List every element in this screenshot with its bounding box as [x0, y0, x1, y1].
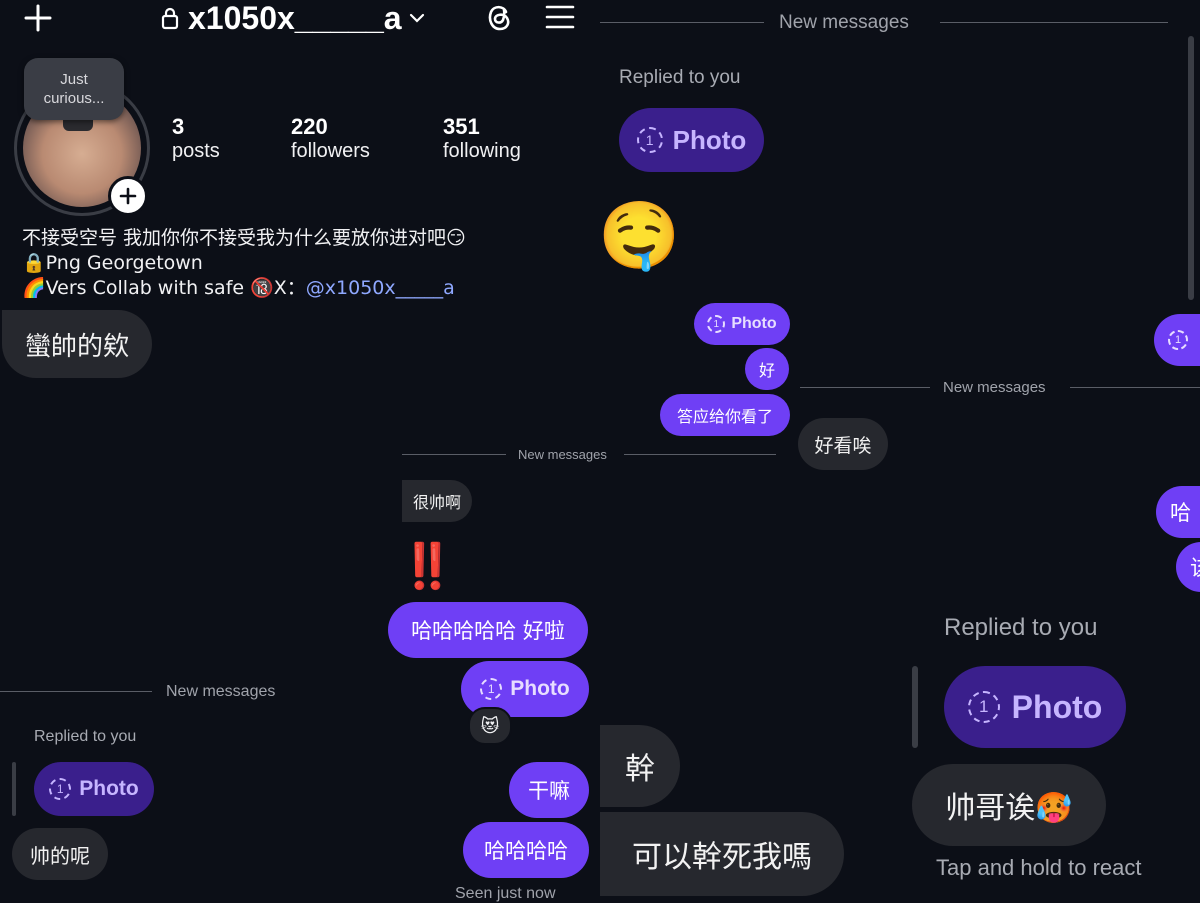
photo-sent[interactable]: 1 Photo [694, 303, 790, 345]
bio-text: 🌈Vers Collab with safe 🔞X： [22, 277, 306, 299]
message-text: 幹 [625, 752, 655, 787]
message-sent[interactable]: 哈 [1156, 486, 1200, 538]
photo-label: Photo [672, 124, 747, 155]
divider [940, 22, 1168, 23]
bio-line: 不接受空号 我加你你不接受我为什么要放你进对吧😏 [22, 227, 466, 249]
replied-label: Replied to you [619, 67, 741, 88]
message-text: 帅的呢 [30, 843, 90, 868]
stat-followers[interactable]: 220 followers [291, 114, 370, 163]
photo-count-icon: 1 [967, 691, 1000, 723]
threads-button[interactable] [482, 0, 516, 34]
message-text: 该 [1190, 552, 1200, 582]
photo-sent[interactable]: 1 [1154, 314, 1200, 366]
divider [624, 454, 776, 455]
message-text: 答应给你看了 [676, 407, 773, 426]
divider [0, 691, 152, 692]
message-text: 好看唉 [814, 434, 872, 457]
message-received[interactable]: 可以幹死我嗎 [600, 812, 844, 896]
emoji-message[interactable]: 🤤 [598, 196, 680, 276]
account-switcher[interactable]: x1050x_____a [160, 0, 426, 36]
photo-label: Photo [1011, 688, 1103, 725]
photo-label: Photo [731, 315, 777, 332]
stat-label: followers [291, 140, 370, 162]
stat-posts[interactable]: 3 posts [172, 114, 220, 163]
message-text: 很帅啊 [412, 493, 461, 512]
message-sent[interactable]: 哈哈哈哈 [463, 822, 589, 878]
reply-bar [912, 666, 918, 748]
message-received[interactable]: 很帅啊 [402, 480, 472, 522]
message-received[interactable]: 帅哥诶🥵 [912, 764, 1106, 846]
divider [402, 454, 506, 455]
reply-bar [12, 762, 16, 816]
add-story-button[interactable] [108, 176, 148, 216]
replied-label: Replied to you [34, 728, 137, 745]
reaction-badge[interactable]: 😻 [468, 707, 512, 745]
divider [1070, 387, 1200, 388]
note-text: Just curious... [43, 71, 105, 107]
chevron-down-icon [409, 13, 424, 23]
stat-label: following [443, 140, 521, 162]
reaction-emoji: 😻 [480, 715, 500, 736]
menu-button[interactable] [544, 2, 576, 32]
message-sent[interactable]: 答应给你看了 [660, 394, 790, 436]
message-received[interactable]: 好看唉 [798, 418, 888, 470]
message-received[interactable]: 帅的呢 [12, 828, 108, 880]
lock-icon [161, 7, 179, 30]
photo-count-icon: 1 [1168, 330, 1188, 350]
photo-count-icon: 1 [636, 127, 663, 153]
new-post-button[interactable] [22, 2, 54, 34]
message-sent[interactable]: 干嘛 [509, 762, 589, 818]
photo-count-icon: 1 [49, 778, 72, 800]
stat-value: 351 [443, 114, 480, 139]
new-messages-label: New messages [943, 379, 1046, 396]
message-received[interactable]: 蠻帥的欸 [2, 310, 152, 378]
reply-photo[interactable]: 1 Photo [944, 666, 1126, 748]
message-text: 可以幹死我嗎 [632, 840, 812, 875]
scrollbar[interactable] [1188, 36, 1194, 300]
message-text: 帅哥诶🥵 [945, 791, 1073, 826]
new-messages-label: New messages [779, 12, 909, 33]
divider [800, 387, 930, 388]
message-text: 蠻帥的欸 [24, 331, 129, 362]
bio-link[interactable]: @x1050x_____a [306, 277, 455, 299]
stat-value: 3 [172, 114, 185, 139]
threads-icon [488, 5, 510, 31]
photo-label: Photo [79, 777, 139, 800]
new-messages-label: New messages [166, 683, 276, 700]
stat-following[interactable]: 351 following [443, 114, 521, 163]
message-sent[interactable]: 该 [1176, 542, 1200, 592]
photo-count-icon: 1 [480, 678, 503, 700]
message-text: 哈 [1170, 501, 1191, 525]
message-text: 哈哈哈哈 [484, 839, 568, 863]
bio-line: 🔒Png Georgetown [22, 252, 203, 274]
photo-label: Photo [510, 677, 570, 700]
react-hint: Tap and hold to react [936, 855, 1142, 880]
message-text: 干嘛 [528, 779, 570, 803]
hamburger-menu-icon [545, 5, 575, 29]
plus-icon [24, 4, 52, 32]
message-text: 好 [758, 361, 775, 380]
divider [600, 22, 764, 23]
reply-photo[interactable]: 1 Photo [619, 108, 764, 172]
bio-line: 🌈Vers Collab with safe 🔞X：@x1050x_____a [22, 276, 466, 301]
message-text: 哈哈哈哈哈 好啦 [411, 619, 565, 643]
seen-status: Seen just now [455, 885, 556, 902]
replied-label: Replied to you [944, 614, 1098, 641]
message-sent[interactable]: 哈哈哈哈哈 好啦 [388, 602, 588, 658]
stat-label: posts [172, 140, 220, 162]
stat-value: 220 [291, 114, 328, 139]
plus-icon [119, 187, 137, 205]
note-bubble[interactable]: Just curious... [24, 58, 124, 120]
username: x1050x_____a [188, 0, 402, 36]
message-sent[interactable]: 好 [745, 348, 789, 390]
emoji-message[interactable]: ‼️ [400, 540, 455, 592]
message-received[interactable]: 幹 [600, 725, 680, 807]
reply-photo[interactable]: 1 Photo [34, 762, 154, 816]
new-messages-label: New messages [518, 447, 607, 462]
bio: 不接受空号 我加你你不接受我为什么要放你进对吧😏 🔒Png Georgetown… [22, 226, 466, 301]
photo-count-icon: 1 [707, 315, 726, 333]
